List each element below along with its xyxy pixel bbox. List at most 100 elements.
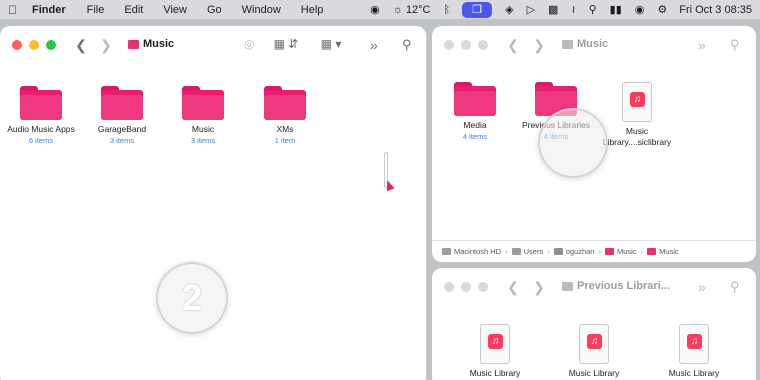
item-count: 6 items [28, 136, 54, 145]
folder-item[interactable]: GarageBand 3 items [77, 86, 167, 145]
pointer-cursor-icon [383, 178, 395, 192]
item-name: Media [463, 120, 487, 130]
view-options-button[interactable]: ▦ ⇵ [271, 35, 301, 53]
window-toolbar: ❮ ❯ Music » ⚲ [432, 26, 756, 64]
path-separator-icon: › [598, 247, 601, 256]
zoom-button[interactable] [478, 40, 488, 50]
path-label: Music [616, 247, 637, 256]
finder-window-music-secondary: ❮ ❯ Music » ⚲ Media 4 items Previous Lib… [432, 26, 756, 262]
folder-icon [562, 39, 573, 49]
bluetooth-icon[interactable]: ᛒ [444, 4, 451, 16]
path-segment[interactable]: oguzhan [553, 247, 595, 256]
folder-icon [264, 86, 306, 120]
search-icon[interactable]: ⚲ [402, 37, 412, 53]
library-file-item[interactable]: ♫ Music Library [549, 324, 639, 378]
airdrop-icon[interactable]: ◎ [244, 37, 254, 51]
item-name: Music [191, 124, 215, 134]
item-count: 1 item [274, 136, 296, 145]
path-segment[interactable]: Music [647, 247, 679, 256]
weather-sun-icon[interactable]: ☼ 12°C [393, 4, 431, 16]
temperature-label: 12°C [405, 3, 431, 16]
step-number: 2 [181, 277, 203, 318]
home-icon [553, 248, 563, 255]
menu-go[interactable]: Go [207, 4, 222, 16]
window-title: Previous Librari... [562, 280, 670, 292]
folder-icon [604, 248, 614, 255]
forward-button[interactable]: ❯ [530, 279, 548, 295]
item-name: Audio Music Apps [7, 124, 75, 134]
folder-item[interactable]: Music 3 items [158, 86, 248, 145]
more-toolbar-chevron-icon[interactable]: » [370, 37, 378, 53]
menu-app-finder[interactable]: Finder [32, 4, 66, 16]
menu-help[interactable]: Help [301, 4, 324, 16]
path-segment[interactable]: Macintosh HD [442, 247, 501, 256]
status-area: ◉ ☼ 12°C ᛒ ❐ ◈ ▷ ▩ ≀ ⚲ ▮▮ ◉ ⚙ Fri Oct 3 … [357, 0, 752, 19]
more-toolbar-chevron-icon[interactable]: » [698, 279, 706, 295]
library-file-item[interactable]: ♫ Music Library [649, 324, 739, 378]
menu-edit[interactable]: Edit [124, 4, 143, 16]
play-icon[interactable]: ▷ [527, 3, 535, 16]
path-label: oguzhan [565, 247, 595, 256]
folder-item[interactable]: Audio Music Apps 6 items [0, 86, 86, 145]
traffic-lights [444, 282, 495, 292]
folder-icon [511, 248, 521, 255]
item-count: 3 items [190, 136, 216, 145]
zoom-button[interactable] [478, 282, 488, 292]
folder-icon [647, 248, 657, 255]
item-name: Music Library [568, 368, 620, 378]
back-button[interactable]: ❮ [504, 37, 522, 53]
record-icon[interactable]: ◉ [370, 3, 380, 16]
window-toolbar: ❮ ❯ Previous Librari... » ⚲ [432, 268, 756, 306]
close-button[interactable] [444, 282, 454, 292]
path-segment[interactable]: Users [511, 247, 543, 256]
finder-window-music: ❮ ❯ Music ◎ ▦ ⇵ ▦ ▾ » ⚲ Audio Music Apps… [0, 26, 427, 380]
group-button[interactable]: ▦ ▾ [314, 35, 348, 53]
minimize-button[interactable] [461, 40, 471, 50]
siri-icon[interactable]: ◉ [635, 3, 645, 16]
traffic-lights [12, 40, 63, 50]
close-button[interactable] [444, 40, 454, 50]
menu-view[interactable]: View [163, 4, 187, 16]
control-center-icon[interactable]: ⚙ [657, 3, 667, 16]
close-button[interactable] [12, 40, 22, 50]
folder-icon [128, 39, 139, 49]
folder-icon [101, 86, 143, 120]
path-label: Macintosh HD [454, 247, 502, 256]
folder-icon [182, 86, 224, 120]
music-library-file-icon: ♫ [622, 82, 652, 122]
path-segment[interactable]: Music [604, 247, 637, 256]
search-icon[interactable]: ⚲ [589, 3, 597, 16]
minimize-button[interactable] [461, 282, 471, 292]
back-button[interactable]: ❮ [504, 279, 522, 295]
search-icon[interactable]: ⚲ [730, 279, 740, 295]
menu-file[interactable]: File [87, 4, 105, 16]
folder-item[interactable]: XMs 1 item [240, 86, 330, 145]
more-toolbar-chevron-icon[interactable]: » [698, 37, 706, 53]
folder-icon [20, 86, 62, 120]
display-icon[interactable]: ▩ [548, 3, 558, 16]
window-title-text: Music [577, 38, 609, 50]
wifi-icon[interactable]: ≀ [571, 3, 575, 16]
window-toolbar: ❮ ❯ Music ◎ ▦ ⇵ ▦ ▾ » ⚲ [0, 26, 426, 64]
apple-icon[interactable]:  [8, 3, 22, 17]
menubar-clock[interactable]: Fri Oct 3 08:35 [679, 4, 752, 16]
zoom-button[interactable] [46, 40, 56, 50]
forward-button[interactable]: ❯ [530, 37, 548, 53]
menu-window[interactable]: Window [242, 4, 281, 16]
finder-window-previous-libraries: ❮ ❯ Previous Librari... » ⚲ ♫ Music Libr… [432, 268, 756, 380]
window-title-text: Music [143, 38, 175, 50]
folder-item[interactable]: Media 4 items [432, 82, 520, 141]
item-count: 4 items [462, 132, 488, 141]
traffic-lights [444, 40, 495, 50]
music-library-file-icon: ♫ [579, 324, 609, 364]
library-file-item[interactable]: ♫ Music Library [450, 324, 540, 378]
battery-icon[interactable]: ▮▮ [610, 3, 622, 16]
forward-button[interactable]: ❯ [97, 37, 115, 53]
back-button[interactable]: ❮ [72, 37, 90, 53]
minimize-button[interactable] [29, 40, 39, 50]
diamond-icon[interactable]: ◈ [505, 3, 513, 16]
search-icon[interactable]: ⚲ [730, 37, 740, 53]
screen-mirroring-icon[interactable]: ❐ [462, 1, 493, 18]
click-indicator: 2 [156, 262, 228, 334]
path-separator-icon: › [505, 247, 508, 256]
